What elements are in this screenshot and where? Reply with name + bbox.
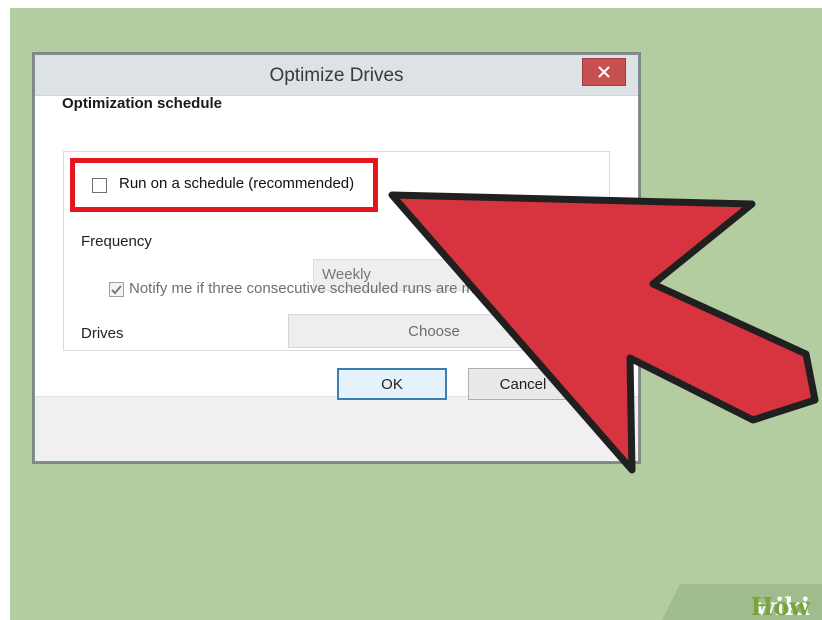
watermark-how: How	[750, 592, 810, 620]
pointer-arrow-icon	[388, 191, 819, 474]
wikihow-watermark: wiki How	[662, 584, 822, 620]
screenshot-scene: Optimize Drives Optimization schedule Fr…	[10, 8, 822, 620]
